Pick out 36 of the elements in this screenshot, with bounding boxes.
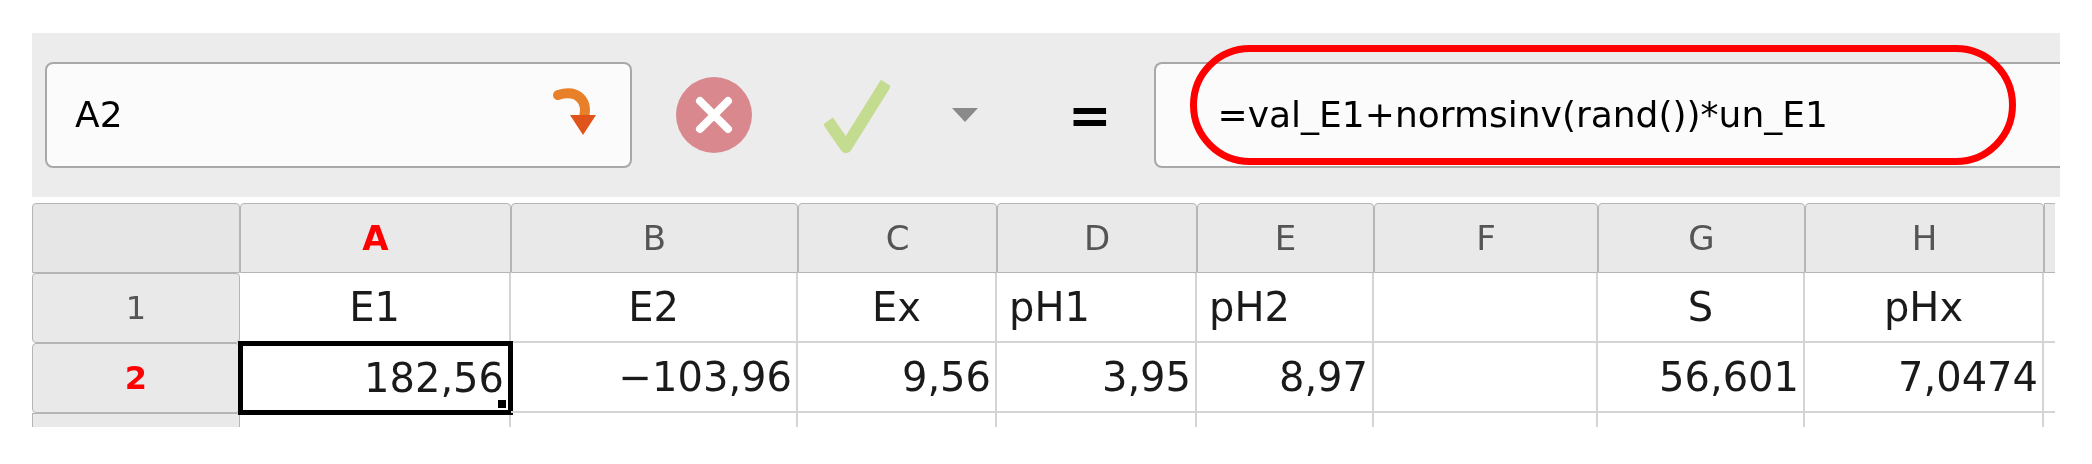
table-cell[interactable]: 9,56 (798, 343, 997, 413)
table-cell[interactable]: E1 (240, 273, 511, 343)
formula-input[interactable]: =val_E1+normsinv(rand())*un_E1 (1153, 62, 2060, 168)
column-header[interactable]: H (1805, 203, 2044, 273)
column-header[interactable]: E (1197, 203, 1374, 273)
table-cell[interactable]: E2 (511, 273, 798, 343)
corner-header[interactable] (32, 203, 240, 273)
table-cell[interactable]: 8,97 (1197, 343, 1374, 413)
column-header[interactable]: D (997, 203, 1197, 273)
table-cell[interactable]: pH1 (997, 273, 1197, 343)
table-cell[interactable]: Ex (798, 273, 997, 343)
row-header[interactable] (32, 413, 240, 427)
table-cell[interactable]: 56,601 (1598, 343, 1805, 413)
fill-handle[interactable] (496, 398, 508, 410)
column-header[interactable]: C (798, 203, 997, 273)
cancel-icon[interactable] (674, 75, 754, 155)
function-button[interactable]: = (1068, 89, 1112, 141)
cell-reference: A2 (75, 93, 123, 137)
name-box[interactable]: A2 (45, 62, 632, 168)
table-cell[interactable] (1374, 343, 1598, 413)
table-cell[interactable]: 3,95 (997, 343, 1197, 413)
table-cell[interactable]: −103,96 (511, 343, 798, 413)
formula-text: =val_E1+normsinv(rand())*un_E1 (1217, 93, 1828, 137)
column-header[interactable]: F (1374, 203, 1598, 273)
column-header[interactable]: B (511, 203, 798, 273)
column-header[interactable] (2044, 203, 2055, 273)
column-header[interactable]: G (1598, 203, 1805, 273)
caret-down-icon[interactable] (952, 108, 978, 122)
table-cell[interactable]: 182,56 (240, 343, 511, 413)
table-cell[interactable]: pH2 (1197, 273, 1374, 343)
table-cell[interactable]: pHx (1805, 273, 2044, 343)
table-cell[interactable] (1374, 273, 1598, 343)
table-cell[interactable]: 7,0474 (1805, 343, 2044, 413)
checkmark-icon[interactable] (824, 77, 890, 153)
table-cell[interactable]: S (1598, 273, 1805, 343)
row-header[interactable]: 1 (32, 273, 240, 343)
